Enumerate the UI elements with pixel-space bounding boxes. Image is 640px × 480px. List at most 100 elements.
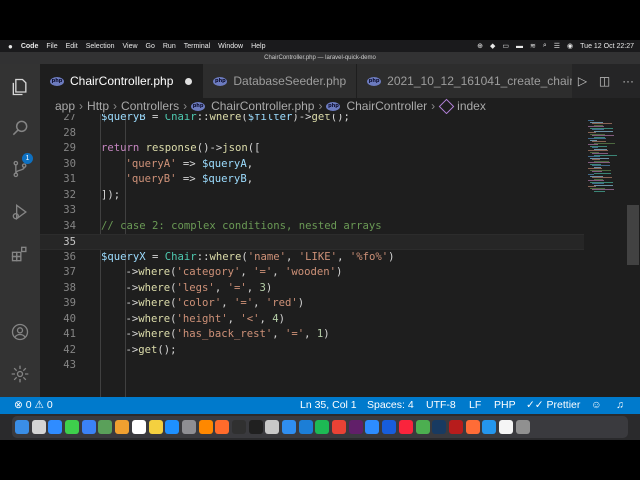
code-line[interactable]: 36 $queryX = Chair::where('name', 'LIKE',… — [40, 250, 600, 266]
menu-app-code[interactable]: Code — [21, 43, 39, 50]
code-line[interactable]: 31 'queryB' => $queryB, — [40, 172, 600, 188]
breadcrumb-file[interactable]: ChairController.php — [211, 99, 314, 113]
slack-icon[interactable] — [348, 420, 363, 434]
eol-setting[interactable]: LF — [469, 397, 481, 414]
notes-icon[interactable] — [148, 420, 163, 434]
menu-terminal[interactable]: Terminal — [184, 43, 210, 50]
more-actions-icon[interactable]: ··· — [622, 74, 634, 88]
dropbox-status-icon[interactable]: ◆ — [490, 42, 495, 50]
menu-window[interactable]: Window — [218, 43, 243, 50]
account-icon[interactable] — [8, 320, 32, 344]
mongodb-icon[interactable] — [415, 420, 430, 434]
unsaved-dot-icon[interactable] — [185, 77, 193, 85]
language-mode[interactable]: PHP — [494, 397, 516, 414]
menu-view[interactable]: View — [122, 43, 137, 50]
menubar-clock[interactable]: Tue 12 Oct 22:27 — [580, 43, 634, 50]
music-icon[interactable] — [398, 420, 413, 434]
code-line[interactable]: 27 $queryB = Chair::where($filter)->get()… — [40, 114, 600, 126]
code-line[interactable]: 30 'queryA' => $queryA, — [40, 157, 600, 173]
database-icon[interactable] — [265, 420, 280, 434]
trash-icon[interactable] — [515, 420, 530, 434]
obs-icon[interactable] — [231, 420, 246, 434]
terminal-icon[interactable] — [248, 420, 263, 434]
extensions-icon[interactable] — [8, 242, 32, 266]
virtualbox-icon[interactable] — [432, 420, 447, 434]
wifi-status-icon[interactable]: ≋ — [530, 42, 536, 50]
notion-icon[interactable] — [498, 420, 513, 434]
code-line[interactable]: 42 ->get(); — [40, 343, 600, 359]
menu-edit[interactable]: Edit — [66, 43, 78, 50]
breadcrumb-controllers[interactable]: Controllers — [121, 99, 179, 113]
search-status-icon[interactable]: ⌕ — [543, 42, 547, 50]
feedback-icon[interactable]: ☺ — [591, 397, 602, 414]
control-center-icon[interactable]: ☰ — [554, 42, 560, 50]
code-line[interactable]: 29 return response()->json([ — [40, 141, 600, 157]
chrome-icon[interactable] — [332, 420, 347, 434]
code-line[interactable]: 34 // case 2: complex conditions, nested … — [40, 219, 600, 235]
finder-icon[interactable] — [15, 420, 29, 434]
postman-icon[interactable] — [465, 420, 480, 434]
settings-icon[interactable] — [181, 420, 196, 434]
menu-selection[interactable]: Selection — [86, 43, 115, 50]
code-line[interactable]: 43 — [40, 358, 600, 374]
code-line[interactable]: 28 — [40, 126, 600, 142]
run-file-icon[interactable]: ▷ — [578, 74, 587, 88]
code-line[interactable]: 33 — [40, 203, 600, 219]
launchpad-icon[interactable] — [31, 420, 46, 434]
safari-icon[interactable] — [48, 420, 63, 434]
display-status-icon[interactable]: ▭ — [502, 42, 509, 50]
breadcrumb-method[interactable]: index — [457, 99, 486, 113]
calendar-icon[interactable] — [131, 420, 146, 434]
xcode-icon[interactable] — [298, 420, 313, 434]
breadcrumb-app[interactable]: app — [55, 99, 75, 113]
code-line[interactable]: 35 — [40, 234, 600, 250]
tab-databaseseeder[interactable]: php DatabaseSeeder.php — [203, 64, 358, 98]
vlc-icon[interactable] — [198, 420, 213, 434]
breadcrumb-http[interactable]: Http — [87, 99, 109, 113]
search-icon[interactable] — [8, 116, 32, 140]
menu-help[interactable]: Help — [251, 43, 265, 50]
encoding-setting[interactable]: UTF-8 — [426, 397, 456, 414]
maps-icon[interactable] — [98, 420, 113, 434]
menu-file[interactable]: File — [46, 43, 57, 50]
split-editor-icon[interactable]: ◫ — [599, 74, 610, 88]
battery-status-icon[interactable]: ▬ — [516, 43, 523, 50]
indentation-setting[interactable]: Spaces: 4 — [367, 397, 414, 414]
tab-chaircontroller[interactable]: php ChairController.php — [40, 64, 204, 98]
apple-menu-icon[interactable]: ● — [8, 42, 13, 51]
code-line[interactable]: 38 ->where('legs', '=', 3) — [40, 281, 600, 297]
spotify-icon[interactable] — [315, 420, 330, 434]
run-debug-icon[interactable] — [8, 200, 32, 224]
menu-go[interactable]: Go — [146, 43, 155, 50]
docker-icon[interactable] — [482, 420, 497, 434]
firefox-icon[interactable] — [215, 420, 230, 434]
bitwarden-icon[interactable] — [382, 420, 397, 434]
breadcrumb-class[interactable]: ChairController — [346, 99, 427, 113]
photos-icon[interactable] — [115, 420, 130, 434]
messages-icon[interactable] — [65, 420, 80, 434]
code-line[interactable]: 41 ->where('has_back_rest', '=', 1) — [40, 327, 600, 343]
code-line[interactable]: 37 ->where('category', '=', 'wooden') — [40, 265, 600, 281]
editor-scrollbar-thumb[interactable] — [627, 205, 639, 265]
vscode-icon[interactable] — [282, 420, 296, 434]
accessibility-status-icon[interactable]: ⊕ — [477, 42, 483, 50]
app-store-icon[interactable] — [165, 420, 180, 434]
prettier-status[interactable]: ✓✓ Prettier — [526, 397, 580, 414]
menu-run[interactable]: Run — [163, 43, 176, 50]
code-text: $queryB = Chair::where($filter)->get(); — [101, 114, 350, 123]
code-line[interactable]: 40 ->where('height', '<', 4) — [40, 312, 600, 328]
explorer-icon[interactable] — [8, 75, 32, 99]
code-editor[interactable]: 27 $queryB = Chair::where($filter)->get()… — [40, 114, 625, 397]
code-line[interactable]: 39 ->where('color', '=', 'red') — [40, 296, 600, 312]
code-text: 'queryB' => $queryB, — [125, 173, 254, 185]
siri-status-icon[interactable]: ◉ — [567, 42, 573, 50]
mail-icon[interactable] — [81, 420, 96, 434]
notifications-bell-icon[interactable]: ♫ — [616, 397, 624, 414]
code-line[interactable]: 32]); — [40, 188, 600, 204]
zoom-icon[interactable] — [365, 420, 380, 434]
manage-gear-icon[interactable] — [8, 362, 32, 386]
code-text: $queryX = Chair::where('name', 'LIKE', '… — [101, 250, 395, 263]
cursor-position[interactable]: Ln 35, Col 1 — [300, 397, 357, 414]
problems-status[interactable]: ⊗ 0 ⚠ 0 — [14, 397, 53, 414]
filezilla-icon[interactable] — [448, 420, 463, 434]
